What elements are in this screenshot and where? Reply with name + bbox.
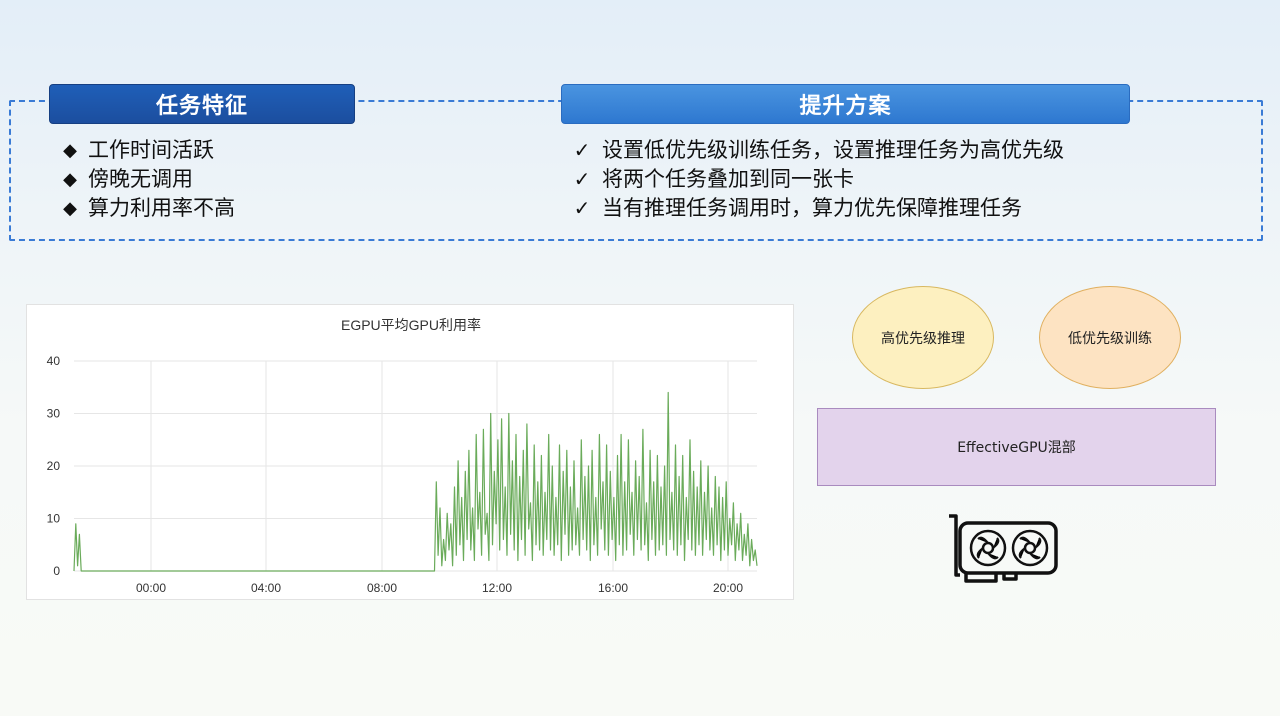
y-tick-label: 40 <box>47 354 61 368</box>
low-priority-training-node: 低优先级训练 <box>1039 286 1181 389</box>
feature-item-text: 算力利用率不高 <box>88 196 235 220</box>
y-tick-label: 10 <box>47 512 61 526</box>
feature-item: ◆ 傍晚无调用 <box>60 165 235 194</box>
diamond-bullet-icon: ◆ <box>63 198 77 219</box>
high-priority-inference-node: 高优先级推理 <box>852 286 994 389</box>
feature-item: ◆ 工作时间活跃 <box>60 136 235 165</box>
gpu-utilization-chart: EGPU平均GPU利用率 0 10 20 30 40 00:00 04:00 08:00 12:0… <box>26 304 794 600</box>
solution-item-text: 设置低优先级训练任务，设置推理任务为高优先级 <box>602 138 1064 162</box>
x-tick-label: 16:00 <box>598 581 628 595</box>
solution-list: ✓ 设置低优先级训练任务，设置推理任务为高优先级 ✓ 将两个任务叠加到同一张卡 … <box>570 136 1064 223</box>
x-tick-label: 00:00 <box>136 581 166 595</box>
y-tick-label: 30 <box>47 407 61 421</box>
left-section-title: 任务特征 <box>49 84 355 124</box>
right-section-title: 提升方案 <box>561 84 1130 124</box>
chart-title: EGPU平均GPU利用率 <box>341 317 481 333</box>
solution-item-text: 将两个任务叠加到同一张卡 <box>602 167 854 191</box>
diamond-bullet-icon: ◆ <box>63 140 77 161</box>
diamond-bullet-icon: ◆ <box>63 169 77 190</box>
check-icon: ✓ <box>573 167 591 191</box>
solution-item: ✓ 当有推理任务调用时，算力优先保障推理任务 <box>570 194 1064 223</box>
gpu-card-icon <box>949 514 1058 583</box>
feature-item-text: 傍晚无调用 <box>88 167 193 191</box>
x-tick-label: 04:00 <box>251 581 281 595</box>
check-icon: ✓ <box>573 196 591 220</box>
x-tick-label: 08:00 <box>367 581 397 595</box>
solution-item-text: 当有推理任务调用时，算力优先保障推理任务 <box>602 196 1022 220</box>
feature-item: ◆ 算力利用率不高 <box>60 194 235 223</box>
x-tick-label: 12:00 <box>482 581 512 595</box>
chart-svg: EGPU平均GPU利用率 0 10 20 30 40 00:00 04:00 08:00 12:0… <box>47 317 758 595</box>
x-tick-label: 20:00 <box>713 581 743 595</box>
feature-list: ◆ 工作时间活跃 ◆ 傍晚无调用 ◆ 算力利用率不高 <box>60 136 235 223</box>
solution-item: ✓ 将两个任务叠加到同一张卡 <box>570 165 1064 194</box>
utilization-series-line <box>73 391 758 572</box>
solution-item: ✓ 设置低优先级训练任务，设置推理任务为高优先级 <box>570 136 1064 165</box>
feature-item-text: 工作时间活跃 <box>88 138 214 162</box>
y-tick-label: 0 <box>53 564 60 578</box>
effective-gpu-mix-box: EffectiveGPU混部 <box>817 408 1216 486</box>
check-icon: ✓ <box>573 138 591 162</box>
y-tick-label: 20 <box>47 459 61 473</box>
